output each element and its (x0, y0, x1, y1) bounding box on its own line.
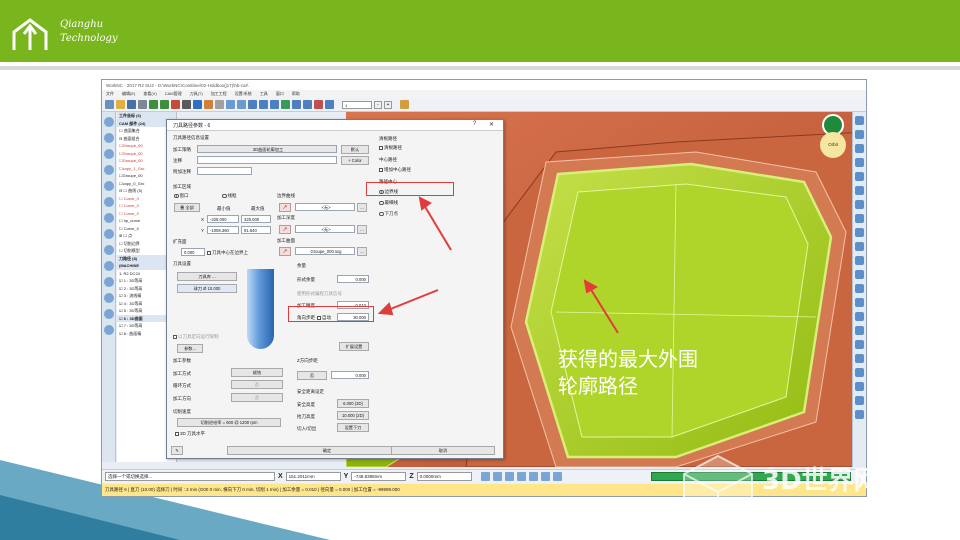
arrow-to-angle-step (387, 289, 439, 311)
arrow-to-pocket (589, 287, 619, 334)
annotation-callout: 获得的最大外围 轮廓路径 (558, 346, 698, 400)
arrow-head-pocket (583, 279, 599, 294)
arrow-to-boundary-option (423, 204, 452, 251)
hexagon-brand: HEXAGON (885, 515, 929, 524)
cube-watermark-icon (683, 454, 753, 530)
annotation-arrows (377, 196, 619, 334)
callout-line-2: 轮廓路径 (558, 374, 638, 398)
arrow-head-boundary (418, 196, 432, 211)
arrow-head-angle (377, 302, 394, 316)
callout-line-1: 获得的最大外围 (558, 347, 698, 371)
watermark-text: 3D世界网 (762, 466, 880, 496)
watermark-url: WWW.3DSJW.COM (758, 501, 861, 512)
